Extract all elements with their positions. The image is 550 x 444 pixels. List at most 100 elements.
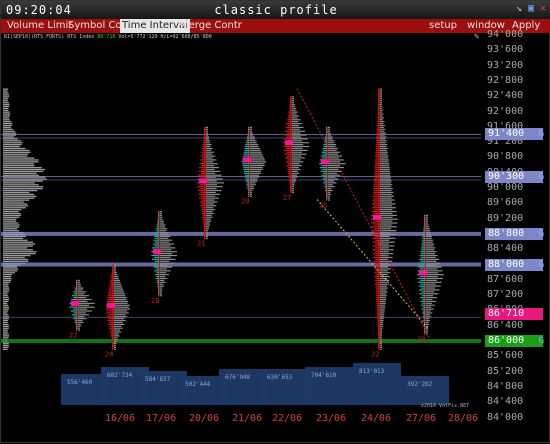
profile-bar: [426, 297, 438, 299]
profile-bar: [328, 134, 332, 136]
profile-bar-left: [378, 342, 379, 345]
profile-bar: [250, 172, 262, 174]
profile-bar-left: [422, 302, 425, 304]
profile-bar: [292, 180, 297, 182]
profile-bar: [250, 128, 252, 130]
volume-profile-bar: [3, 235, 26, 238]
profile-bar-left: [286, 122, 291, 125]
volume-profile-bar: [3, 98, 9, 100]
poc-marker: [199, 178, 207, 184]
price-tick-label: 89'600: [487, 197, 524, 209]
profile-bar: [380, 124, 385, 127]
profile-bar-left: [371, 207, 379, 209]
profile-bar: [206, 165, 215, 167]
profile-bar: [380, 268, 391, 270]
profile-bar: [292, 128, 300, 130]
profile-bar-left: [287, 119, 291, 121]
profile-bar-left: [371, 233, 379, 236]
profile-bar-left: [377, 321, 379, 324]
profile-bar: [250, 159, 265, 161]
profile-bar: [206, 182, 224, 184]
profile-bar-left: [157, 285, 159, 287]
profile-bar-left: [289, 103, 291, 106]
profile-bar: [380, 304, 386, 306]
profile-bar: [78, 293, 85, 295]
profile-bar-left: [288, 117, 291, 119]
profile-bar: [250, 189, 253, 192]
volume-profile-bar: [3, 111, 10, 113]
profile-bar: [206, 145, 211, 148]
profile-bar: [292, 122, 303, 125]
profile-bar-left: [375, 283, 379, 285]
profile-bar: [328, 184, 333, 186]
profile-bar: [380, 285, 387, 287]
profile-bar-left: [202, 145, 205, 148]
profile-bar-left: [378, 96, 379, 98]
profile-bar: [328, 157, 340, 159]
profile-bar: [292, 176, 298, 178]
profile-bar: [78, 302, 95, 304]
profile-bar: [328, 189, 333, 192]
profile-bar: [328, 153, 338, 155]
profile-bar: [380, 295, 387, 297]
price-tick-label: 85'200: [487, 365, 524, 377]
profile-bar-left: [373, 256, 379, 259]
profile-bar-left: [242, 163, 249, 165]
profile-bar-left: [109, 285, 113, 287]
profile-bar-left: [376, 136, 379, 138]
profile-bar: [380, 166, 390, 169]
profile-bar-left: [156, 281, 159, 283]
profile-bar-left: [286, 151, 291, 153]
profile-bar: [426, 224, 429, 226]
profile-bar-left: [322, 172, 327, 174]
profile-bar-left: [323, 182, 327, 184]
profile-bar-left: [290, 188, 291, 190]
profile-bar: [292, 107, 297, 109]
profile-bar-left: [321, 151, 327, 153]
profile-bar: [250, 168, 263, 171]
profile-bar: [426, 245, 434, 247]
volume-profile-bar: [3, 107, 9, 109]
profile-bar: [160, 272, 167, 274]
profile-bar-left: [424, 216, 425, 218]
profile-bar-left: [285, 130, 291, 132]
volume-profile-bar: [3, 165, 35, 167]
profile-bar: [380, 274, 388, 276]
profile-bar-left: [377, 130, 379, 132]
profile-bar: [206, 176, 216, 178]
profile-bar: [250, 132, 253, 134]
profile-bar: [250, 149, 261, 151]
profile-bar-left: [203, 136, 205, 138]
profile-bar: [380, 107, 382, 109]
profile-bar-left: [248, 191, 249, 194]
profile-bar-left: [288, 113, 291, 115]
profile-bar-left: [283, 138, 291, 140]
profile-bar-left: [246, 136, 249, 138]
profile-bar-left: [377, 314, 379, 316]
profile-bar-left: [158, 293, 159, 295]
profile-bar-left: [106, 312, 113, 314]
profile-bar: [250, 184, 256, 186]
volume-profile-bar: [3, 239, 28, 241]
volume-profile-bar: [3, 191, 30, 194]
profile-bar: [292, 144, 304, 146]
profile-bar-left: [423, 230, 425, 232]
profile-bar-left: [374, 182, 379, 184]
profile-bar: [380, 170, 391, 172]
profile-bar: [426, 247, 436, 249]
profile-bar-left: [203, 138, 205, 140]
profile-bar-left: [245, 145, 249, 148]
profile-bar: [380, 321, 384, 324]
profile-bar: [114, 346, 116, 348]
profile-bar-left: [420, 253, 425, 255]
profile-bar-left: [111, 341, 113, 343]
profile-bar-left: [70, 310, 77, 312]
profile-bar: [426, 281, 442, 283]
profile-bar-left: [248, 126, 249, 128]
profile-bar: [114, 341, 117, 343]
profile-bar-left: [69, 306, 77, 308]
profile-bar: [380, 264, 392, 266]
profile-bar-left: [372, 195, 379, 197]
profile-bar-left: [109, 283, 113, 285]
profile-bar-left: [200, 195, 205, 197]
